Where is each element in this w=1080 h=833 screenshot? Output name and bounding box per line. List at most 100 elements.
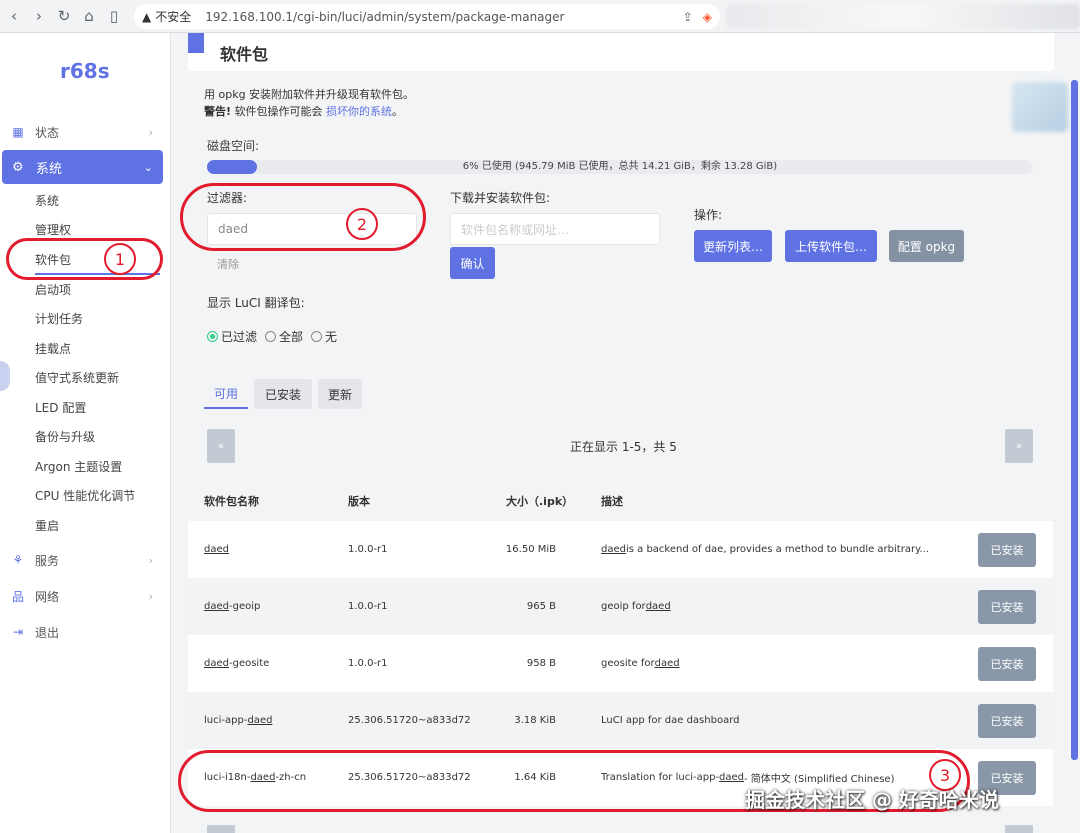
radio-filtered[interactable]	[207, 331, 218, 342]
desc-prefix: LuCI app for dae dashboard	[601, 715, 740, 726]
sidebar-item-label: 系统	[36, 161, 63, 177]
package-name[interactable]: daed -geoip	[204, 578, 260, 635]
package-size: 965 B	[526, 601, 556, 612]
installed-button[interactable]: 已安装	[978, 533, 1036, 567]
home-icon[interactable]: ⌂	[78, 5, 100, 27]
clear-filter-button[interactable]: 清除	[217, 256, 239, 272]
radio-all-label: 全部	[279, 330, 304, 344]
package-version: 1.0.0-r1	[348, 658, 388, 669]
page-description: 用 opkg 安装附加软件并升级现有软件包。	[204, 88, 415, 101]
desc-prefix: geoip for	[601, 601, 646, 612]
forward-icon[interactable]: ›	[28, 5, 50, 27]
package-version: 1.0.0-r1	[348, 544, 388, 555]
package-description: geoip for daed	[601, 578, 671, 635]
disk-usage-bar: 6% 已使用 (945.79 MiB 已使用，总共 14.21 GiB，剩余 1…	[207, 160, 1033, 174]
package-name[interactable]: daed -geosite	[204, 635, 269, 692]
submenu-backup[interactable]: 备份与升级	[35, 427, 95, 447]
radio-none[interactable]	[311, 331, 323, 342]
watermark: 掘金技术社区 @ 好奇哈米说	[745, 788, 999, 812]
tab-updates[interactable]: 更新	[318, 379, 362, 409]
submenu-startup[interactable]: 启动项	[35, 280, 71, 300]
disk-space-label: 磁盘空间:	[207, 139, 260, 153]
url-text: 192.168.100.1/cgi-bin/luci/admin/system/…	[205, 9, 565, 24]
warning-body: 软件包操作可能会	[231, 105, 327, 118]
name-prefix: luci-app-	[204, 715, 248, 726]
warning-link[interactable]: 损坏你的系统	[326, 105, 392, 118]
submenu-admin[interactable]: 管理权	[35, 220, 71, 240]
warning-bold: 警告!	[204, 105, 232, 118]
update-lists-button[interactable]: 更新列表…	[694, 230, 772, 262]
back-icon[interactable]: ‹	[3, 5, 25, 27]
luci-translation-options: 已过滤 全部 无	[207, 328, 345, 345]
package-name[interactable]: luci-app-daed	[204, 692, 272, 749]
pager-prev-bottom[interactable]	[207, 825, 235, 833]
sidebar-item-logout[interactable]: ⇥ 退出	[0, 619, 171, 645]
sidebar-item-label: 状态	[35, 125, 60, 140]
brave-shield-icon[interactable]: ◈	[703, 10, 712, 24]
name-match: daed	[204, 658, 229, 669]
column-header-name: 软件包名称	[204, 495, 259, 508]
tab-available[interactable]: 可用	[204, 379, 248, 409]
tab-installed[interactable]: 已安装	[254, 379, 312, 409]
confirm-button[interactable]: 确认	[450, 247, 495, 279]
sidebar-item-services[interactable]: ⚘ 服务 ›	[0, 547, 171, 573]
sidebar-item-status[interactable]: ▦ 状态 ›	[0, 119, 171, 145]
sidebar-toggle-handle[interactable]	[0, 361, 10, 391]
configure-opkg-button[interactable]: 配置 opkg	[889, 230, 964, 262]
package-version: 1.0.0-r1	[348, 601, 388, 612]
chevron-right-icon: ›	[148, 589, 153, 603]
submenu-mount-points[interactable]: 挂载点	[35, 339, 71, 359]
radio-filtered-label: 已过滤	[221, 330, 258, 344]
name-match: daed	[204, 601, 229, 612]
submenu-led-config[interactable]: LED 配置	[35, 398, 86, 418]
bookmark-icon[interactable]: ▯	[103, 5, 125, 27]
package-name[interactable]: daed	[204, 521, 229, 578]
insecure-label: 不安全	[155, 10, 192, 24]
blurred-extension-area	[726, 4, 1080, 29]
sidebar: r68s ▦ 状态 › ⚙ 系统 ⌄ 系统 管理权 软件包 启动项 计划任务 挂…	[0, 33, 171, 833]
annotation-number-1: 1	[104, 243, 136, 275]
browser-toolbar: ‹ › ↻ ⌂ ▯ ▲ 不安全 192.168.100.1/cgi-bin/lu…	[0, 0, 1080, 33]
pager-prev-button[interactable]: «	[207, 429, 235, 463]
warning-text: 警告! 软件包操作可能会 损坏你的系统。	[204, 103, 403, 119]
package-size: 3.18 KiB	[514, 715, 556, 726]
submenu-scheduled-tasks[interactable]: 计划任务	[35, 309, 83, 329]
radio-none-label: 无	[325, 330, 338, 344]
name-suffix: -geosite	[228, 658, 270, 669]
pager-next-button[interactable]: »	[1005, 429, 1033, 463]
table-row: daed 1.0.0-r1 16.50 MiB daed is a backen…	[188, 521, 1053, 578]
address-bar[interactable]: ▲ 不安全 192.168.100.1/cgi-bin/luci/admin/s…	[134, 4, 720, 29]
network-icon: 品	[11, 589, 24, 604]
reload-icon[interactable]: ↻	[53, 5, 75, 27]
pager-next-bottom[interactable]	[1005, 825, 1033, 833]
package-version: 25.306.51720~a833d72	[348, 715, 471, 726]
disk-usage-text: 6% 已使用 (945.79 MiB 已使用，总共 14.21 GiB，剩余 1…	[462, 161, 778, 172]
upload-package-button[interactable]: 上传软件包…	[785, 230, 877, 262]
table-row: daed -geosite 1.0.0-r1 958 B geosite for …	[188, 635, 1053, 692]
submenu-argon-theme[interactable]: Argon 主题设置	[35, 457, 122, 477]
gear-icon: ⚙	[12, 159, 24, 175]
page-title: 软件包	[220, 45, 269, 64]
sidebar-item-system[interactable]: ⚙ 系统 ⌄	[2, 150, 163, 184]
submenu-cpu-tuning[interactable]: CPU 性能优化调节	[35, 486, 135, 506]
installed-button[interactable]: 已安装	[978, 647, 1036, 681]
installed-button[interactable]: 已安装	[978, 704, 1036, 738]
share-icon[interactable]: ⇪	[683, 10, 693, 24]
submenu-reboot[interactable]: 重启	[35, 516, 59, 536]
package-size: 16.50 MiB	[505, 544, 556, 555]
desc-match: daed	[645, 601, 671, 612]
chevron-down-icon: ⌄	[143, 160, 153, 174]
download-input[interactable]: 软件包名称或网址…	[450, 213, 660, 245]
package-size: 958 B	[526, 658, 556, 669]
submenu-system[interactable]: 系统	[35, 191, 59, 211]
submenu-attended-sysupgrade[interactable]: 值守式系统更新	[35, 368, 119, 388]
table-row: luci-app-daed 25.306.51720~a833d72 3.18 …	[188, 692, 1053, 749]
sidebar-item-network[interactable]: 品 网络 ›	[0, 583, 171, 609]
luci-translation-label: 显示 LuCI 翻译包:	[207, 296, 305, 310]
annotation-oval-filter	[180, 183, 426, 251]
warning-icon: ▲	[142, 9, 152, 24]
installed-button[interactable]: 已安装	[978, 590, 1036, 624]
column-header-size: 大小（.ipk）	[506, 495, 574, 508]
radio-all[interactable]	[265, 331, 277, 342]
scrollbar[interactable]	[1071, 80, 1078, 760]
